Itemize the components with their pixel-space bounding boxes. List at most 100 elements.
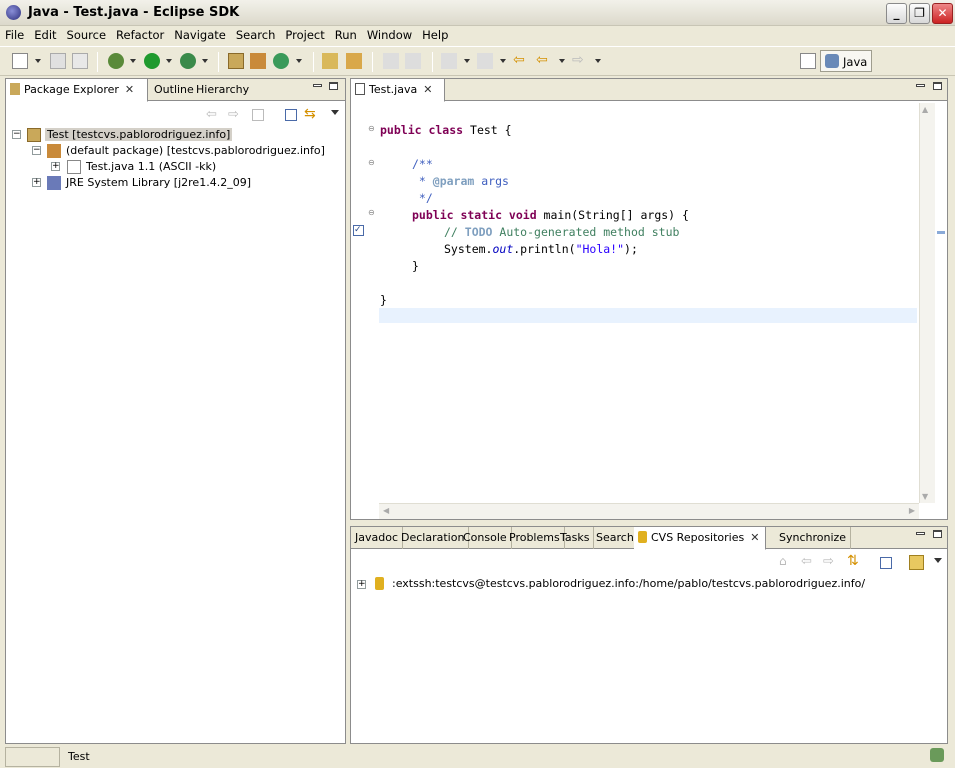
minimize-view-icon[interactable] xyxy=(916,532,925,535)
scroll-down-icon[interactable]: ▼ xyxy=(922,492,928,501)
collapse-toggle[interactable]: − xyxy=(32,146,41,155)
expand-toggle[interactable]: + xyxy=(32,178,41,187)
minimize-view-icon[interactable] xyxy=(916,84,925,87)
tab-outline[interactable]: Outline xyxy=(150,79,198,101)
add-repository-icon[interactable] xyxy=(909,555,924,570)
minimize-view-icon[interactable] xyxy=(313,84,322,87)
repository-location[interactable]: :extssh:testcvs@testcvs.pablorodriguez.i… xyxy=(392,577,865,590)
fold-icon[interactable]: ⊖ xyxy=(368,124,375,133)
chevron-down-icon[interactable] xyxy=(595,59,601,63)
maximize-view-icon[interactable] xyxy=(933,530,942,538)
chevron-down-icon[interactable] xyxy=(296,59,302,63)
project-icon xyxy=(27,128,41,142)
scroll-left-icon[interactable]: ◀ xyxy=(383,506,389,515)
save-icon[interactable] xyxy=(50,53,66,69)
tree-item-jre-library[interactable]: JRE System Library [j2re1.4.2_09] xyxy=(66,176,251,189)
menu-search[interactable]: Search xyxy=(231,26,281,42)
new-package-icon[interactable] xyxy=(250,53,266,69)
close-icon[interactable]: ✕ xyxy=(423,83,432,96)
scroll-right-icon[interactable]: ▶ xyxy=(909,506,915,515)
maximize-view-icon[interactable] xyxy=(329,82,338,90)
close-icon[interactable]: ✕ xyxy=(125,83,134,96)
fold-icon[interactable]: ⊖ xyxy=(368,158,375,167)
tab-tasks[interactable]: Tasks xyxy=(556,527,595,549)
restore-button[interactable]: ❐ xyxy=(909,3,930,24)
new-icon[interactable] xyxy=(12,53,28,69)
chevron-down-icon[interactable] xyxy=(202,59,208,63)
package-explorer-icon xyxy=(10,83,20,95)
menu-navigate[interactable]: Navigate xyxy=(169,26,231,42)
menu-source[interactable]: Source xyxy=(62,26,112,42)
open-perspective-icon[interactable] xyxy=(800,53,816,69)
tab-hierarchy[interactable]: Hierarchy xyxy=(192,79,253,101)
chevron-down-icon[interactable] xyxy=(559,59,565,63)
forward-arrow-icon[interactable]: ⇨ xyxy=(572,53,588,69)
fold-icon[interactable]: ⊖ xyxy=(368,208,375,217)
toggle-edit-icon[interactable] xyxy=(383,53,399,69)
previous-annotation-icon[interactable] xyxy=(477,53,493,69)
debug-icon[interactable] xyxy=(108,53,124,69)
new-class-icon[interactable] xyxy=(273,53,289,69)
view-menu-chevron-down-icon[interactable] xyxy=(331,110,339,115)
tab-search[interactable]: Search xyxy=(592,527,639,549)
open-type-icon[interactable] xyxy=(322,53,338,69)
tree-item-test-java[interactable]: Test.java 1.1 (ASCII -kk) xyxy=(86,160,216,173)
refresh-icon[interactable]: ⇅ xyxy=(847,553,859,569)
collapse-toggle[interactable]: − xyxy=(12,130,21,139)
search-icon[interactable] xyxy=(346,53,362,69)
forward-arrow-icon[interactable]: ⇨ xyxy=(228,107,239,122)
print-icon[interactable] xyxy=(72,53,88,69)
back-arrow-icon[interactable]: ⇦ xyxy=(536,53,552,69)
vertical-scrollbar[interactable]: ▲ ▼ xyxy=(919,103,935,503)
run-icon[interactable] xyxy=(144,53,160,69)
tab-javadoc[interactable]: Javadoc xyxy=(351,527,403,549)
java-perspective-button[interactable]: Java xyxy=(820,50,872,72)
menu-run[interactable]: Run xyxy=(330,26,362,42)
toggle-mark-occurrences-icon[interactable] xyxy=(405,53,421,69)
menu-window[interactable]: Window xyxy=(362,26,417,42)
menu-edit[interactable]: Edit xyxy=(29,26,61,42)
progress-icon[interactable] xyxy=(930,748,944,762)
overview-ruler-marker[interactable] xyxy=(937,231,945,234)
new-java-project-icon[interactable] xyxy=(228,53,244,69)
scroll-up-icon[interactable]: ▲ xyxy=(922,105,928,114)
chevron-down-icon[interactable] xyxy=(500,59,506,63)
chevron-down-icon[interactable] xyxy=(35,59,41,63)
chevron-down-icon[interactable] xyxy=(464,59,470,63)
tab-cvs-repositories[interactable]: CVS Repositories ✕ xyxy=(634,527,766,550)
next-annotation-icon[interactable] xyxy=(441,53,457,69)
chevron-down-icon[interactable] xyxy=(130,59,136,63)
task-marker-icon[interactable]: ✓ xyxy=(353,225,364,236)
package-explorer-tabbar: Package Explorer ✕ Outline Hierarchy xyxy=(6,79,345,102)
tab-console[interactable]: Console xyxy=(459,527,512,549)
back-arrow-icon[interactable]: ⇦ xyxy=(801,554,812,569)
collapse-all-icon[interactable] xyxy=(880,557,892,569)
expand-toggle[interactable]: + xyxy=(51,162,60,171)
chevron-down-icon[interactable] xyxy=(166,59,172,63)
back-arrow-icon[interactable]: ⇦ xyxy=(206,107,217,122)
view-menu-chevron-down-icon[interactable] xyxy=(934,558,942,563)
last-edit-location-icon[interactable]: ⇦ xyxy=(513,53,529,69)
collapse-all-icon[interactable] xyxy=(285,109,297,121)
link-with-editor-icon[interactable]: ⇆ xyxy=(304,106,316,122)
up-icon[interactable] xyxy=(252,109,264,121)
menu-help[interactable]: Help xyxy=(417,26,453,42)
maximize-view-icon[interactable] xyxy=(933,82,942,90)
menu-project[interactable]: Project xyxy=(280,26,329,42)
menu-file[interactable]: File xyxy=(0,26,29,42)
menu-refactor[interactable]: Refactor xyxy=(111,26,169,42)
tab-package-explorer[interactable]: Package Explorer ✕ xyxy=(6,79,148,102)
horizontal-scrollbar[interactable]: ◀ ▶ xyxy=(379,503,919,519)
expand-toggle[interactable]: + xyxy=(357,580,366,589)
tree-item-project[interactable]: Test [testcvs.pablorodriguez.info] xyxy=(45,128,233,141)
fast-view-bar[interactable] xyxy=(5,747,60,767)
tab-test-java[interactable]: Test.java ✕ xyxy=(351,79,445,102)
tree-item-default-package[interactable]: (default package) [testcvs.pablorodrigue… xyxy=(66,144,325,157)
external-tools-icon[interactable] xyxy=(180,53,196,69)
forward-arrow-icon[interactable]: ⇨ xyxy=(823,554,834,569)
tab-synchronize[interactable]: Synchronize xyxy=(775,527,852,549)
home-icon[interactable]: ⌂ xyxy=(779,554,787,568)
minimize-button[interactable]: _ xyxy=(886,3,907,24)
close-icon[interactable]: ✕ xyxy=(750,531,759,544)
close-button[interactable]: ✕ xyxy=(932,3,953,24)
